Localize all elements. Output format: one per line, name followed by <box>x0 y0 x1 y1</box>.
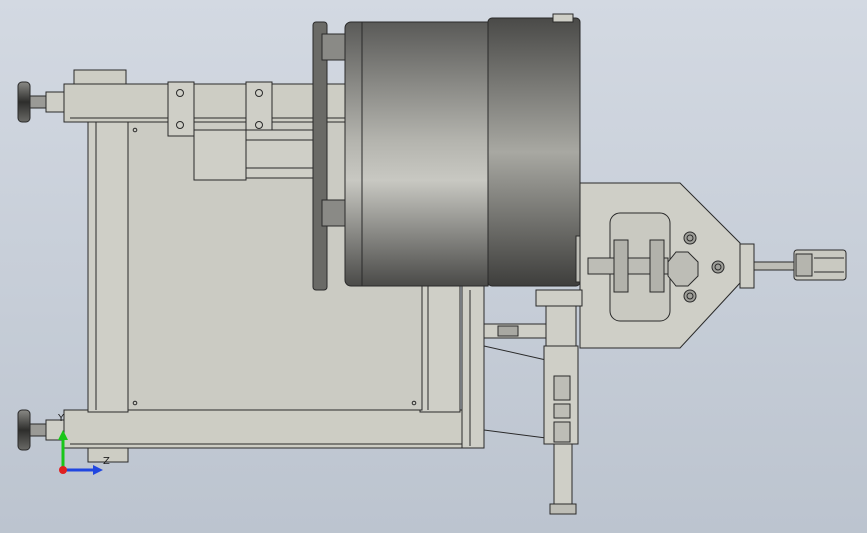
drum-rear-band <box>361 21 489 287</box>
left-post <box>87 121 129 413</box>
actuator-foot <box>549 503 577 515</box>
drum-front <box>487 17 581 287</box>
motor-mount-plate <box>245 129 317 179</box>
drum-support-strut <box>461 285 485 449</box>
rod-clevis <box>739 243 755 289</box>
drum-assembly <box>312 13 589 291</box>
actuator-lower-rod <box>553 443 573 505</box>
arm-yoke <box>545 305 577 347</box>
rail-bracket-right <box>245 81 273 137</box>
coupling-left <box>613 239 629 293</box>
center-hex-nut <box>667 251 699 287</box>
motor-mount-block <box>193 129 247 181</box>
lower-actuator-assembly <box>483 289 583 515</box>
cad-model-view[interactable] <box>0 0 867 533</box>
coupling-right <box>649 239 665 293</box>
top-rail-cap <box>73 69 127 85</box>
right-post <box>419 279 461 413</box>
top-rail <box>63 83 355 123</box>
leveling-foot-top <box>17 81 65 123</box>
graphics-viewport[interactable] <box>0 0 867 533</box>
bottom-rail <box>63 409 475 449</box>
pivot-bracket <box>579 182 847 349</box>
actuator-rod <box>753 261 795 271</box>
triad-origin <box>59 466 67 474</box>
horizontal-arm <box>483 323 557 339</box>
triad-z-label: Z <box>103 456 110 467</box>
pivot-block <box>535 289 583 307</box>
triad-y-label: Y <box>58 413 65 424</box>
drum-lip <box>552 13 574 23</box>
drum-flange <box>312 21 328 291</box>
